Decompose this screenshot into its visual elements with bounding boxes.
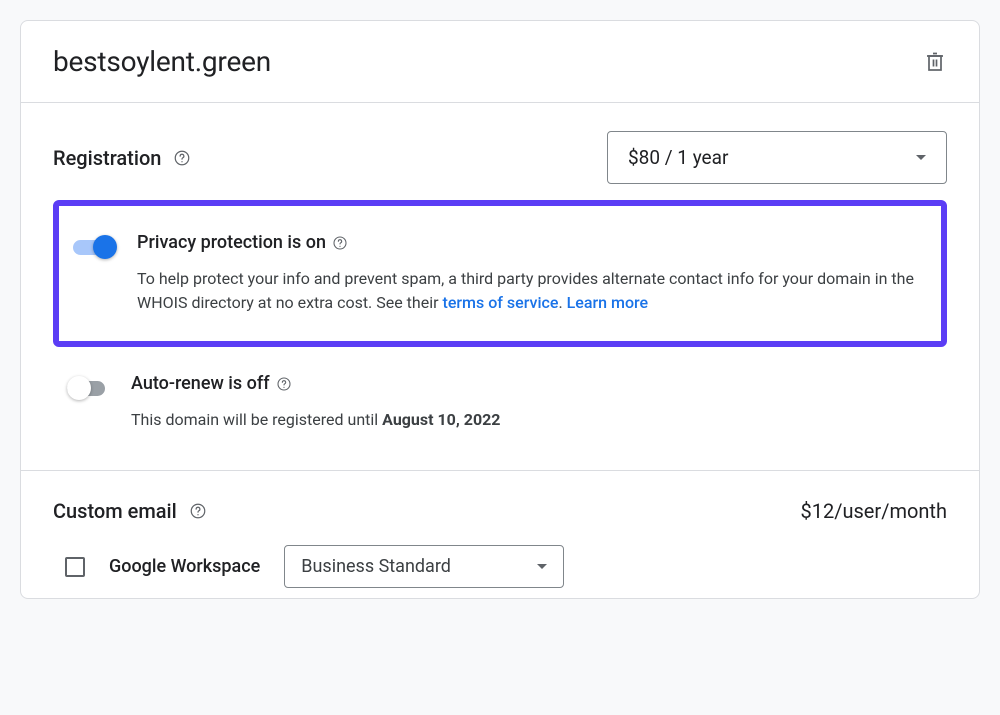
delete-icon[interactable] [923, 50, 947, 74]
custom-email-header: Custom email $12/user/month [53, 499, 947, 523]
registration-section: Registration $80 / 1 year [21, 103, 979, 471]
registration-header: Registration $80 / 1 year [53, 131, 947, 184]
workspace-checkbox[interactable] [65, 557, 85, 577]
help-icon[interactable] [276, 376, 292, 392]
registration-term-value: $80 / 1 year [628, 146, 728, 169]
domain-name: bestsoylent.green [53, 45, 271, 78]
tos-link[interactable]: terms of service [443, 293, 559, 312]
autorenew-date: August 10, 2022 [382, 410, 500, 429]
workspace-plan-dropdown[interactable]: Business Standard [284, 545, 564, 588]
card-header: bestsoylent.green [21, 21, 979, 103]
privacy-toggle-row: Privacy protection is on To help protect… [73, 232, 921, 315]
help-icon[interactable] [332, 235, 348, 251]
privacy-description: To help protect your info and prevent sp… [137, 267, 921, 315]
help-icon[interactable] [189, 502, 207, 520]
registration-label: Registration [53, 146, 161, 170]
autorenew-toggle[interactable] [67, 375, 111, 399]
autorenew-toggle-row: Auto-renew is off This domain will be re… [53, 363, 947, 442]
workspace-plan-value: Business Standard [301, 556, 451, 577]
privacy-highlight-box: Privacy protection is on To help protect… [53, 200, 947, 347]
autorenew-title: Auto-renew is off [131, 373, 292, 394]
chevron-down-icon [537, 564, 547, 569]
custom-email-label: Custom email [53, 499, 177, 523]
workspace-row: Google Workspace Business Standard [53, 545, 947, 588]
chevron-down-icon [916, 155, 926, 160]
custom-email-price: $12/user/month [800, 499, 947, 523]
domain-settings-card: bestsoylent.green Registration $80 / 1 y… [20, 20, 980, 599]
custom-email-section: Custom email $12/user/month Google Works… [21, 471, 979, 598]
privacy-title: Privacy protection is on [137, 232, 348, 253]
workspace-label: Google Workspace [109, 556, 260, 577]
learn-more-link[interactable]: Learn more [567, 293, 648, 312]
registration-term-dropdown[interactable]: $80 / 1 year [607, 131, 947, 184]
privacy-toggle[interactable] [73, 234, 117, 258]
help-icon[interactable] [173, 149, 191, 167]
autorenew-description: This domain will be registered until Aug… [131, 408, 933, 432]
